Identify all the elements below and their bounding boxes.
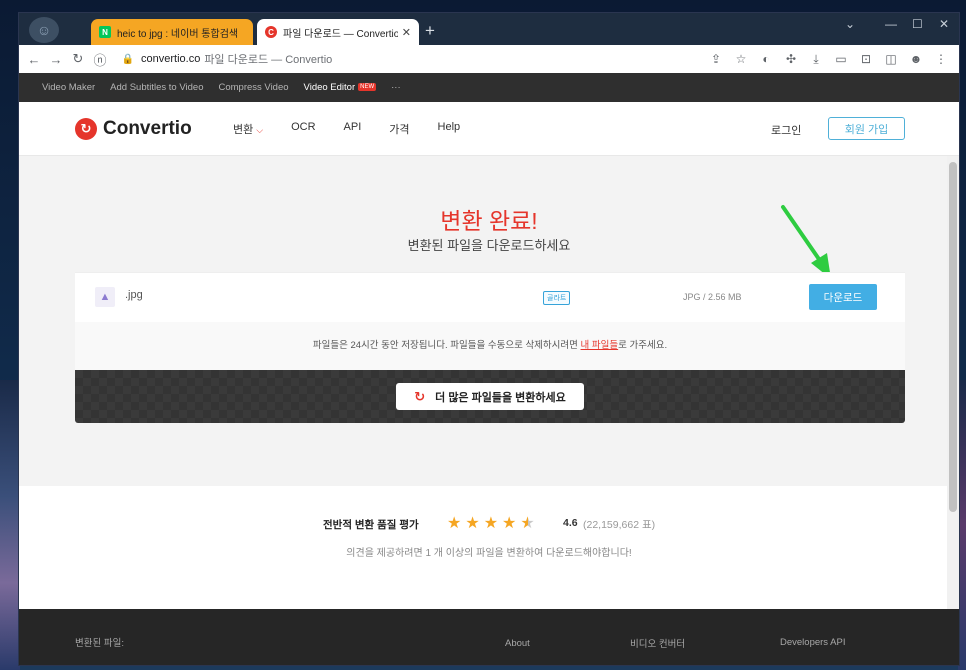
browser-window: ☺ N heic to jpg : 네이버 통합검색 C 파일 다운로드 — C… [18, 12, 960, 666]
tab-close-icon[interactable]: ✕ [402, 26, 411, 39]
star-icon[interactable]: ★ [502, 513, 516, 533]
star-icon[interactable]: ★ [484, 513, 498, 533]
storage-info: 파일들은 24시간 동안 저장됩니다. 파일들을 수동으로 삭제하시려면 내 파… [75, 322, 905, 370]
nav-pricing[interactable]: 가격 [389, 121, 409, 137]
star-icon[interactable]: ★ [447, 513, 461, 533]
reload-icon[interactable]: ↻ [67, 51, 89, 67]
naver-favicon-icon: N [99, 26, 111, 38]
address-bar[interactable]: 🔒 convertio.co 파일 다운로드 — Convertio [121, 47, 701, 71]
extension-icon[interactable]: ◐ [754, 52, 778, 66]
rating-title: 전반적 변환 품질 평가 [323, 519, 419, 531]
cast-icon[interactable]: ▭ [829, 52, 853, 66]
site-header: ↻ Convertio 변환 ⌵ OCR API 가격 Help 로그인 회원 가… [19, 102, 959, 156]
profile-icon[interactable]: ☻ [904, 52, 928, 66]
half-star-icon[interactable]: ★ [520, 513, 534, 533]
promo-more-icon[interactable]: ··· [391, 82, 401, 93]
file-row: ▲ .jpg 골라트 JPG / 2.56 MB 다운로드 [75, 272, 905, 322]
convertio-logo-icon: ↻ [75, 118, 97, 140]
nav-help[interactable]: Help [438, 121, 461, 137]
tab-convertio-download[interactable]: C 파일 다운로드 — Convertio ✕ [257, 19, 419, 45]
new-badge: NEW [358, 83, 377, 92]
nav-convert-label: 변환 [233, 124, 254, 136]
rating-score: 4.6 [563, 517, 578, 529]
convert-more-panel: ↻ 더 많은 파일들을 변환하세요 [75, 370, 905, 423]
rating-votes: (22,159,662 표) [583, 519, 656, 531]
forward-icon[interactable]: → [45, 52, 67, 67]
green-arrow-annotation [781, 205, 831, 279]
share-icon[interactable]: ⇪ [704, 52, 728, 66]
main-content: 변환 완료! 변환된 파일을 다운로드하세요 ▲ .jpg 골라트 JPG / … [19, 156, 959, 486]
storage-info-text: 파일들은 24시간 동안 저장됩니다. 파일들을 수동으로 삭제하시려면 [312, 340, 581, 351]
back-icon[interactable]: ← [23, 52, 45, 67]
star-icon[interactable]: ★ [465, 513, 479, 533]
promo-compress-video[interactable]: Compress Video [218, 82, 288, 93]
convert-more-label: 더 많은 파일들을 변환하세요 [435, 391, 566, 404]
footer-about-link[interactable]: About [505, 638, 530, 649]
my-files-link[interactable]: 내 파일들 [581, 340, 619, 351]
download-icon[interactable]: ⤓ [804, 52, 828, 67]
signup-button[interactable]: 회원 가입 [828, 117, 905, 140]
tab-naver-search[interactable]: N heic to jpg : 네이버 통합검색 [91, 19, 253, 45]
profile-avatar-icon[interactable]: ☺ [29, 17, 59, 43]
close-window-icon[interactable]: ✕ [939, 17, 949, 31]
nav-convert[interactable]: 변환 ⌵ [233, 121, 263, 137]
footer-converted-files: 변환된 파일: [75, 638, 124, 649]
site-footer: 변환된 파일: About 비디오 컨버터 Developers API [19, 609, 959, 665]
promo-bar: Video Maker Add Subtitles to Video Compr… [19, 73, 959, 102]
file-size: JPG / 2.56 MB [683, 292, 742, 302]
file-name: .jpg [125, 289, 143, 301]
convertio-favicon-icon: C [265, 26, 277, 38]
tab-label: heic to jpg : 네이버 통합검색 [117, 28, 239, 40]
tab-label: 파일 다운로드 — Convertio [283, 28, 398, 40]
page-scrollbar[interactable] [947, 156, 959, 609]
tab-search-chevron-icon[interactable]: ⌄ [845, 17, 855, 31]
screenshot-icon[interactable]: ⊡ [854, 52, 878, 66]
quality-badge: 골라트 [543, 291, 571, 305]
promo-add-subtitles[interactable]: Add Subtitles to Video [110, 82, 203, 93]
bookmark-star-icon[interactable]: ☆ [729, 52, 753, 66]
nav-api[interactable]: API [344, 121, 362, 137]
new-tab-button[interactable]: + [425, 21, 435, 41]
minimize-icon[interactable]: — [885, 17, 897, 31]
login-link[interactable]: 로그인 [771, 122, 801, 138]
download-button[interactable]: 다운로드 [809, 284, 877, 310]
lock-icon: 🔒 [121, 53, 135, 65]
desktop-wallpaper-left [0, 380, 20, 670]
convertio-logo[interactable]: ↻ Convertio [75, 118, 192, 140]
rating-section: 전반적 변환 품질 평가 ★ ★ ★ ★ ★ 4.6 (22,159,662 표… [19, 486, 959, 609]
chevron-down-icon: ⌵ [256, 125, 264, 135]
convert-more-button[interactable]: ↻ 더 많은 파일들을 변환하세요 [396, 383, 584, 410]
refresh-icon: ↻ [414, 388, 426, 404]
image-file-icon: ▲ [95, 287, 115, 307]
maximize-icon[interactable]: ☐ [912, 17, 923, 31]
storage-info-tail: 로 가주세요. [618, 340, 668, 351]
extension-n-icon[interactable]: ⓝ [89, 50, 111, 69]
toolbar-actions: ⇪ ☆ ◐ ✣ ⤓ ▭ ⊡ ◫ ☻ ⋮ [704, 47, 953, 71]
footer-video-converter-link[interactable]: 비디오 컨버터 [630, 636, 685, 650]
url-page-title: 파일 다운로드 — Convertio [204, 54, 333, 66]
logo-text: Convertio [103, 118, 192, 139]
nav-ocr[interactable]: OCR [291, 121, 315, 137]
menu-dots-icon[interactable]: ⋮ [929, 52, 953, 66]
scrollbar-thumb[interactable] [949, 162, 957, 512]
side-panel-icon[interactable]: ◫ [879, 52, 903, 66]
rating-note: 의견을 제공하려면 1 개 이상의 파일을 변환하여 다운로드해야합니다! [346, 548, 632, 559]
promo-video-editor[interactable]: Video Editor NEW [304, 82, 377, 93]
title-bar: ☺ N heic to jpg : 네이버 통합검색 C 파일 다운로드 — C… [19, 13, 959, 45]
promo-video-editor-label: Video Editor [303, 82, 356, 93]
rating-stars: ★ ★ ★ ★ ★ [447, 513, 539, 533]
puzzle-icon[interactable]: ✣ [779, 52, 803, 66]
url-domain: convertio.co [141, 53, 201, 65]
footer-developers-api-link[interactable]: Developers API [780, 637, 845, 648]
promo-video-maker[interactable]: Video Maker [42, 82, 95, 93]
main-nav: 변환 ⌵ OCR API 가격 Help [233, 121, 488, 137]
